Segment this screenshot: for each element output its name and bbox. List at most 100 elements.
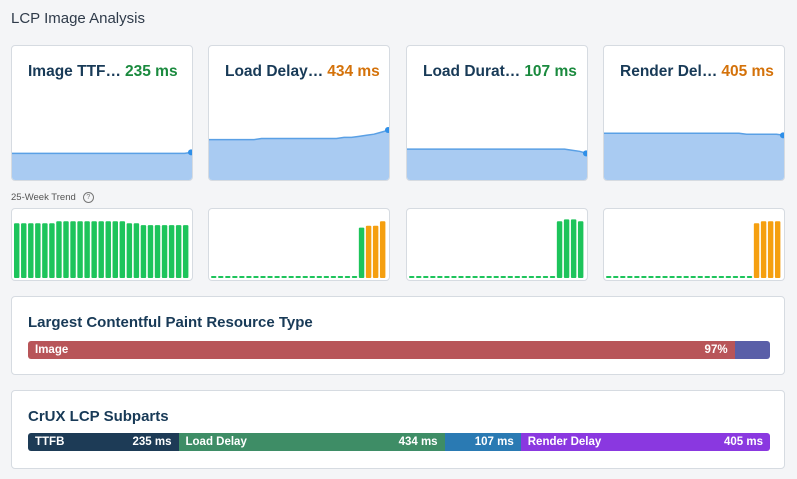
weekly-bar bbox=[337, 276, 344, 278]
weekly-bar bbox=[774, 221, 781, 278]
weekly-bar bbox=[542, 276, 549, 278]
weekly-bar bbox=[739, 276, 746, 278]
weekly-bar bbox=[627, 276, 633, 278]
weekly-bar bbox=[140, 225, 147, 278]
subpart-segment[interactable]: 107 ms bbox=[444, 433, 521, 451]
area-fill bbox=[604, 133, 784, 180]
weekly-bar bbox=[105, 221, 111, 278]
weekly-bar bbox=[479, 276, 485, 278]
weekly-bar bbox=[416, 276, 422, 278]
metric-value: 235 ms bbox=[125, 63, 178, 80]
weekly-bar bbox=[514, 276, 521, 278]
segment-value: 235 ms bbox=[132, 436, 172, 448]
weekly-bar bbox=[753, 223, 760, 278]
segment-value: 434 ms bbox=[398, 436, 438, 448]
weekly-bar bbox=[676, 276, 682, 278]
metric-header: Image TTF… 235 ms bbox=[28, 63, 184, 81]
weekly-bar bbox=[365, 225, 372, 278]
subpart-segment[interactable]: TTFB 235 ms bbox=[28, 433, 179, 451]
weekly-bar bbox=[704, 276, 710, 278]
area-fill bbox=[12, 152, 192, 180]
weekly-bar bbox=[21, 223, 27, 278]
weekly-bar-chart bbox=[14, 221, 189, 278]
weekly-bar bbox=[35, 223, 41, 278]
area-fill bbox=[407, 149, 587, 180]
metric-value: 434 ms bbox=[327, 63, 380, 80]
weekly-bar bbox=[246, 276, 252, 278]
weekly-bar bbox=[760, 221, 767, 278]
weekly-bar bbox=[528, 276, 535, 278]
weekly-bar bbox=[655, 276, 661, 278]
info-circle-icon[interactable]: ? bbox=[82, 192, 94, 203]
weekly-bar bbox=[570, 219, 577, 278]
weekly-bar bbox=[711, 276, 718, 278]
trend-label-text: 25-Week Trend bbox=[11, 192, 76, 203]
weekly-bar bbox=[161, 225, 168, 278]
segment-value: 107 ms bbox=[474, 436, 514, 448]
weekly-bar bbox=[344, 276, 351, 278]
weekly-bar bbox=[56, 221, 62, 278]
weekly-bar bbox=[577, 221, 584, 278]
metric-card[interactable]: Render Del… 405 ms bbox=[603, 45, 785, 181]
resource-segment[interactable] bbox=[734, 341, 770, 359]
metric-card[interactable]: Load Delay… 434 ms bbox=[208, 45, 390, 181]
weekly-trend-card[interactable] bbox=[208, 208, 390, 281]
weekly-bar bbox=[697, 276, 703, 278]
weekly-bar bbox=[133, 223, 140, 278]
weekly-bar bbox=[648, 276, 654, 278]
weekly-bar bbox=[281, 276, 287, 278]
segment-value: 405 ms bbox=[723, 436, 763, 448]
weekly-bar bbox=[690, 276, 696, 278]
weekly-bar bbox=[465, 276, 471, 278]
weekly-bar bbox=[430, 276, 436, 278]
weekly-bar bbox=[351, 276, 358, 278]
weekly-bar bbox=[423, 276, 429, 278]
weekly-bar bbox=[84, 221, 90, 278]
weekly-bar bbox=[521, 276, 528, 278]
weekly-bar bbox=[606, 276, 612, 278]
weekly-bar bbox=[28, 223, 34, 278]
subparts-bar: TTFB 235 ms Load Delay 434 ms 107 ms Render D… bbox=[28, 433, 770, 451]
weekly-trend-card[interactable] bbox=[603, 208, 785, 281]
metric-area-chart bbox=[407, 148, 587, 180]
weekly-bar bbox=[112, 221, 118, 278]
resource-type-bar: Image 97% bbox=[28, 341, 770, 359]
weekly-trend-card[interactable] bbox=[11, 208, 193, 281]
weekly-bar bbox=[556, 221, 563, 278]
weekly-bar bbox=[641, 276, 647, 278]
weekly-bar bbox=[493, 276, 499, 278]
resource-segment[interactable]: Image 97% bbox=[28, 341, 735, 359]
weekly-bar bbox=[535, 276, 542, 278]
weekly-bar bbox=[372, 225, 379, 278]
weekly-bar-chart bbox=[211, 221, 386, 278]
resource-type-panel: Largest Contentful Paint Resource Type I… bbox=[11, 296, 785, 375]
metric-header: Load Delay… 434 ms bbox=[225, 63, 381, 81]
weekly-bar bbox=[620, 276, 626, 278]
metric-area-chart bbox=[209, 127, 389, 180]
segment-value: 97% bbox=[704, 344, 728, 356]
segment-label: Render Delay bbox=[527, 436, 602, 448]
trend-label: 25-Week Trend ? bbox=[11, 192, 94, 203]
weekly-bar-chart bbox=[409, 219, 584, 278]
weekly-trend-card[interactable] bbox=[406, 208, 588, 281]
weekly-bar bbox=[451, 276, 457, 278]
metric-name: Load Delay… bbox=[225, 63, 324, 80]
weekly-bar bbox=[437, 276, 443, 278]
weekly-bar bbox=[253, 276, 259, 278]
area-fill bbox=[209, 130, 389, 180]
subpart-segment[interactable]: Render Delay 405 ms bbox=[520, 433, 770, 451]
metric-header: Load Durat… 107 ms bbox=[423, 63, 579, 81]
weekly-bar bbox=[486, 276, 492, 278]
weekly-bar bbox=[274, 276, 280, 278]
weekly-bar bbox=[718, 276, 725, 278]
weekly-bar bbox=[669, 276, 675, 278]
metric-card[interactable]: Load Durat… 107 ms bbox=[406, 45, 588, 181]
metric-card[interactable]: Image TTF… 235 ms bbox=[11, 45, 193, 181]
weekly-bar bbox=[154, 225, 161, 278]
weekly-bar bbox=[63, 221, 69, 278]
weekly-bar bbox=[323, 276, 330, 278]
subparts-title: CrUX LCP Subparts bbox=[28, 408, 169, 425]
metric-header: Render Del… 405 ms bbox=[620, 63, 776, 81]
subpart-segment[interactable]: Load Delay 434 ms bbox=[178, 433, 445, 451]
weekly-bar bbox=[358, 227, 365, 278]
